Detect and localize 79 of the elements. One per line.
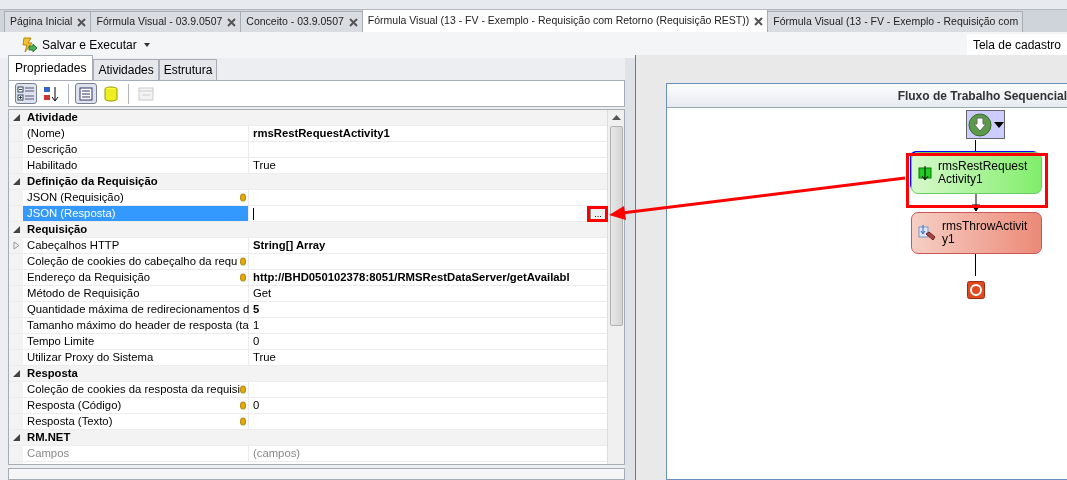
- download-icon: [918, 165, 932, 181]
- end-icon: [967, 281, 985, 299]
- expand-icon[interactable]: [12, 178, 20, 185]
- document-tab[interactable]: Fórmula Visual (13 - FV - Exemplo - Requisição com: [767, 11, 1024, 32]
- property-row[interactable]: Cabeçalhos HTTP String[] Array: [9, 238, 607, 254]
- property-name[interactable]: Resposta (Texto): [27, 414, 113, 429]
- property-name[interactable]: Utilizar Proxy do Sistema: [27, 350, 154, 365]
- property-name[interactable]: JSON (Requisição): [27, 190, 124, 205]
- activity-node[interactable]: rmsThrowActivity1: [911, 212, 1042, 254]
- property-value: (campos): [253, 446, 301, 461]
- expand-icon[interactable]: [12, 370, 20, 377]
- status-text: Tela de cadastro: [966, 34, 1067, 56]
- property-row[interactable]: Descrição: [9, 142, 607, 158]
- property-row[interactable]: Endereço da Requisição http://BHD050102378:8051/RMSRestDataServer/getAvailabl: [9, 270, 607, 286]
- scroll-up-icon[interactable]: [611, 114, 621, 120]
- connector-arrow: [971, 194, 981, 212]
- close-icon[interactable]: [754, 16, 764, 26]
- workflow-start-button[interactable]: [966, 110, 1005, 139]
- category-header[interactable]: Requisição: [23, 222, 607, 237]
- property-value: 5: [253, 302, 260, 317]
- caret-icon: [993, 121, 1004, 128]
- property-name[interactable]: Cabeçalhos HTTP: [27, 238, 120, 253]
- property-row[interactable]: Tempo Limite 0: [9, 334, 607, 350]
- category-header[interactable]: Definição da Requisição: [23, 174, 607, 189]
- property-row[interactable]: Método de Requisição Get: [9, 286, 607, 302]
- panel-tab[interactable]: Estrutura: [158, 59, 218, 80]
- expand-icon[interactable]: [12, 434, 20, 441]
- property-value: 0: [253, 398, 260, 413]
- designer-title: Fluxo de Trabalho Sequencial: [897, 87, 1067, 105]
- property-value: True: [253, 350, 276, 365]
- close-icon[interactable]: [227, 17, 237, 27]
- connector-line: [975, 254, 976, 276]
- highlight-frame: [587, 206, 608, 222]
- expand-icon[interactable]: [12, 114, 20, 121]
- property-name[interactable]: Descrição: [27, 142, 78, 157]
- property-name[interactable]: Tamanho máximo do header de resposta (ta: [27, 318, 249, 333]
- save-execute-button[interactable]: Salvar e Executar: [16, 36, 157, 54]
- property-row[interactable]: Coleção de cookies do cabeçalho da requ: [9, 254, 607, 270]
- property-name[interactable]: Tempo Limite: [27, 334, 95, 349]
- property-name[interactable]: Endereço da Requisição: [27, 270, 151, 285]
- categorized-button[interactable]: [15, 83, 37, 104]
- panel-tab[interactable]: Atividades: [93, 59, 159, 80]
- property-row[interactable]: Tamanho máximo do header de resposta (ta 1: [9, 318, 607, 334]
- property-row[interactable]: Coleção de cookies da resposta da requisi: [9, 382, 607, 398]
- close-icon[interactable]: [77, 17, 87, 27]
- property-list-button[interactable]: [75, 83, 97, 104]
- property-row[interactable]: Resposta (Código) 0: [9, 398, 607, 414]
- text-cursor: [253, 207, 254, 220]
- property-value: String[] Array: [253, 238, 326, 253]
- connector-line: [975, 140, 976, 152]
- property-name[interactable]: Quantidade máxima de redirecionamentos d: [27, 302, 250, 317]
- document-tab[interactable]: Fórmula Visual - 03.9.0507: [90, 11, 242, 32]
- document-tab[interactable]: Página Inicial: [4, 11, 92, 32]
- scrollbar[interactable]: [607, 110, 624, 464]
- document-tab[interactable]: Conceito - 03.9.0507: [240, 11, 363, 32]
- category-header[interactable]: RM.NET: [23, 430, 607, 445]
- panel-tab[interactable]: Propriedades: [8, 55, 94, 80]
- lightning-arrow-icon: [20, 37, 38, 53]
- category-header[interactable]: Atividade: [23, 110, 607, 125]
- property-value: http://BHD050102378:8051/RMSRestDataServer/getAvailabl: [253, 270, 570, 285]
- property-value: 0: [253, 334, 260, 349]
- property-row[interactable]: Quantidade máxima de redirecionamentos d 5: [9, 302, 607, 318]
- property-name[interactable]: (Nome): [27, 126, 65, 141]
- property-name[interactable]: Resposta (Código): [27, 398, 122, 413]
- property-value: rmsRestRequestActivity1: [253, 126, 390, 141]
- property-name[interactable]: Coleção de cookies do cabeçalho da requ: [27, 254, 238, 269]
- close-icon[interactable]: [348, 17, 358, 27]
- category-header[interactable]: Resposta: [23, 366, 607, 381]
- property-name[interactable]: Método de Requisição: [27, 286, 140, 301]
- hand-arrow-icon: [918, 224, 936, 242]
- document-tab[interactable]: Fórmula Visual (13 - FV - Exemplo - Requisição com Retorno (Requisição REST)): [361, 10, 769, 32]
- property-name[interactable]: Habilitado: [27, 158, 78, 173]
- property-value: True: [253, 158, 276, 173]
- property-value: Get: [253, 286, 272, 301]
- property-row[interactable]: (Nome) rmsRestRequestActivity1: [9, 126, 607, 142]
- activity-node[interactable]: rmsRestRequestActivity1: [911, 152, 1042, 194]
- expand-icon[interactable]: [12, 226, 20, 233]
- property-name[interactable]: Coleção de cookies da resposta da requisi: [27, 382, 240, 397]
- property-value: 1: [253, 318, 260, 333]
